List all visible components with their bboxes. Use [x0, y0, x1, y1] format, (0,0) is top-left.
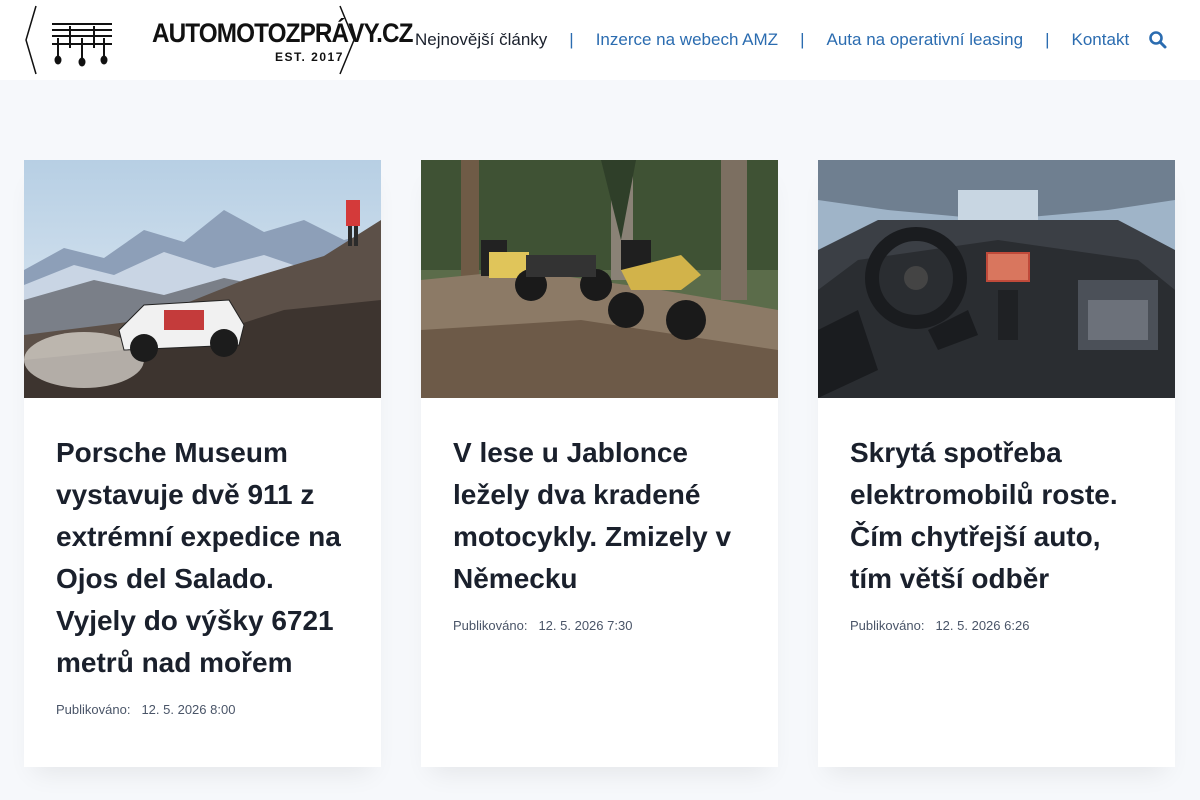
published-date: 12. 5. 2026 7:30: [538, 618, 633, 633]
nav-separator: |: [800, 30, 805, 49]
logo-est: EST. 2017: [275, 50, 344, 64]
published-label: Publikováno:: [453, 618, 528, 633]
article-card: V lese u Jablonce ležely dva kradené mot…: [421, 160, 778, 767]
nav-item-leasing[interactable]: Auta na operativní leasing: [816, 30, 1035, 50]
article-photo-offroad-porsche: [24, 160, 381, 398]
published-label: Publikováno:: [850, 618, 925, 633]
article-meta: Publikováno: 12. 5. 2026 8:00: [56, 702, 349, 717]
article-image[interactable]: [24, 160, 381, 398]
published-label: Publikováno:: [56, 702, 131, 717]
site-logo[interactable]: AUTOMOTOZPRÁVY.CZ EST. 2017: [24, 4, 413, 76]
logo-text: AUTOMOTOZPRÁVY.CZ: [152, 18, 413, 48]
nav-item-contact[interactable]: Kontakt: [1061, 30, 1141, 50]
article-card: Porsche Museum vystavuje dvě 911 z extré…: [24, 160, 381, 767]
nav-item-latest-articles[interactable]: Nejnovější články: [404, 30, 558, 50]
article-title[interactable]: Porsche Museum vystavuje dvě 911 z extré…: [56, 432, 349, 684]
article-body: Porsche Museum vystavuje dvě 911 z extré…: [24, 398, 381, 717]
published-date: 12. 5. 2026 8:00: [141, 702, 236, 717]
nav-separator: |: [569, 30, 574, 49]
article-title[interactable]: V lese u Jablonce ležely dva kradené mot…: [453, 432, 746, 600]
article-photo-car-interior: [818, 160, 1175, 398]
nav-separator: |: [1045, 30, 1050, 49]
article-body: Skrytá spotřeba elektromobilů roste. Čím…: [818, 398, 1175, 633]
nav-item-advertising[interactable]: Inzerce na webech AMZ: [585, 30, 789, 50]
search-button[interactable]: [1148, 30, 1168, 50]
site-header: AUTOMOTOZPRÁVY.CZ EST. 2017 Nejnovější č…: [0, 0, 1200, 80]
article-title[interactable]: Skrytá spotřeba elektromobilů roste. Čím…: [850, 432, 1143, 600]
main-nav: Nejnovější články | Inzerce na webech AM…: [404, 28, 1140, 52]
article-meta: Publikováno: 12. 5. 2026 7:30: [453, 618, 746, 633]
published-date: 12. 5. 2026 6:26: [935, 618, 1030, 633]
article-body: V lese u Jablonce ležely dva kradené mot…: [421, 398, 778, 633]
article-photo-motorcycles-forest: [421, 160, 778, 398]
article-grid: Porsche Museum vystavuje dvě 911 z extré…: [24, 160, 1176, 767]
article-image[interactable]: [818, 160, 1175, 398]
article-meta: Publikováno: 12. 5. 2026 6:26: [850, 618, 1143, 633]
article-image[interactable]: [421, 160, 778, 398]
search-icon: [1149, 31, 1167, 49]
article-card: Skrytá spotřeba elektromobilů roste. Čím…: [818, 160, 1175, 767]
